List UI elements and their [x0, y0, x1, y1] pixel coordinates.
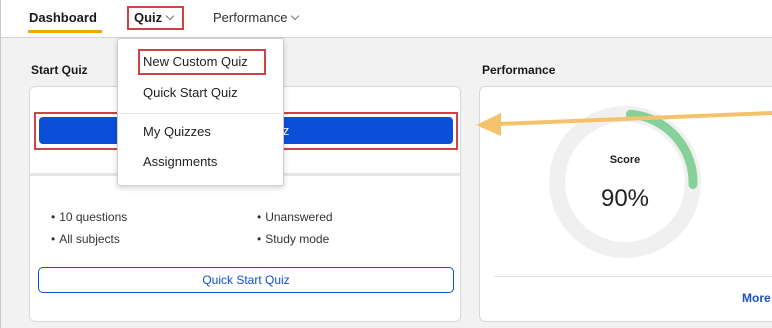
menu-item-new-custom-quiz[interactable]: New Custom Quiz [138, 49, 266, 75]
quiz-option-subjects: All subjects [51, 232, 120, 246]
chevron-down-icon [165, 11, 175, 21]
nav-tab-quiz[interactable]: Quiz [134, 10, 175, 25]
nav-tab-quiz-label: Quiz [134, 10, 163, 25]
menu-item-quick-start-quiz[interactable]: Quick Start Quiz [143, 85, 238, 100]
menu-item-assignments[interactable]: Assignments [143, 154, 217, 169]
quiz-option-mode: Study mode [257, 232, 329, 246]
performance-heading: Performance [482, 63, 556, 77]
nav-tab-performance[interactable]: Performance [213, 10, 300, 25]
annotation-arrow-head [476, 113, 501, 136]
more-link[interactable]: More [742, 291, 771, 305]
quiz-dropdown-menu: New Custom Quiz Quick Start Quiz My Quiz… [117, 38, 284, 186]
start-quiz-heading: Start Quiz [31, 63, 88, 77]
nav-tab-performance-label: Performance [213, 10, 288, 25]
score-label: Score [609, 154, 641, 166]
active-tab-indicator [28, 30, 102, 33]
performance-divider [494, 276, 772, 277]
top-navigation: Dashboard Quiz Performance [1, 0, 772, 38]
menu-separator [119, 113, 282, 114]
quiz-option-question-status: Unanswered [257, 210, 332, 224]
window-left-border [0, 0, 1, 328]
quick-start-quiz-button[interactable]: Quick Start Quiz [38, 267, 454, 293]
quiz-option-question-count: 10 questions [51, 210, 127, 224]
annotation-arrow-shaft [497, 111, 772, 126]
chevron-down-icon [291, 11, 300, 21]
annotation-arrow [476, 111, 772, 136]
menu-item-my-quizzes[interactable]: My Quizzes [143, 124, 211, 139]
score-value: 90% [600, 185, 650, 212]
nav-tab-dashboard[interactable]: Dashboard [29, 10, 97, 25]
